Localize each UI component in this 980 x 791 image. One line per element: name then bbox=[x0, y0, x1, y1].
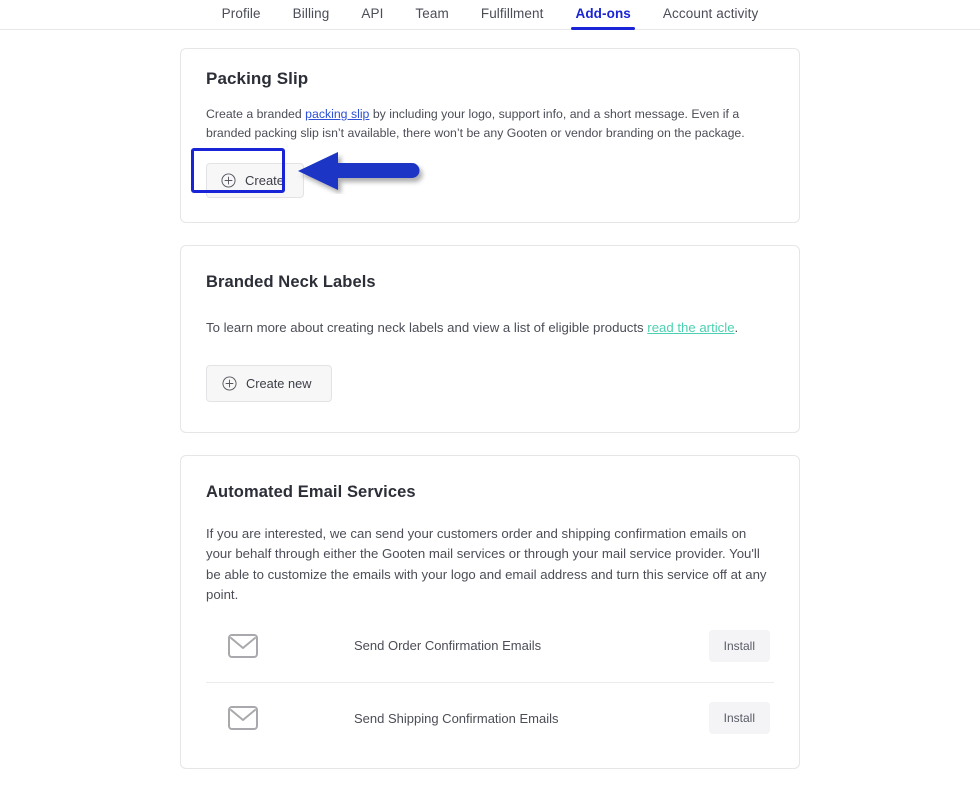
neck-labels-text-before: To learn more about creating neck labels… bbox=[206, 320, 648, 335]
neck-labels-description: To learn more about creating neck labels… bbox=[206, 318, 774, 339]
create-packing-slip-label: Create bbox=[245, 173, 285, 188]
list-item: Send Order Confirmation Emails Install bbox=[206, 610, 774, 682]
plus-circle-icon bbox=[222, 375, 237, 391]
list-item-label: Send Order Confirmation Emails bbox=[354, 638, 542, 653]
neck-labels-text-after: . bbox=[734, 320, 739, 335]
plus-circle-icon bbox=[221, 173, 236, 188]
list-item: Send Shipping Confirmation Emails Instal… bbox=[206, 681, 774, 754]
packing-slip-card: Packing Slip Create a branded packing sl… bbox=[180, 48, 800, 223]
create-new-neck-label-label: Create new bbox=[246, 375, 312, 391]
envelope-icon bbox=[208, 633, 278, 658]
envelope-icon bbox=[208, 706, 278, 730]
tab-api[interactable]: API bbox=[345, 0, 399, 30]
automated-email-services-card: Automated Email Services If you are inte… bbox=[180, 454, 800, 769]
addons-content: Packing Slip Create a branded packing sl… bbox=[0, 30, 980, 791]
packing-slip-link[interactable]: packing slip bbox=[305, 107, 369, 121]
packing-slip-description: Create a branded packing slip by includi… bbox=[206, 105, 774, 143]
tab-fulfillment[interactable]: Fulfillment bbox=[465, 0, 560, 30]
packing-slip-title: Packing Slip bbox=[206, 69, 309, 88]
install-order-confirmation-button[interactable]: Install bbox=[708, 629, 770, 662]
tab-team[interactable]: Team bbox=[399, 0, 464, 30]
branded-neck-labels-card: Branded Neck Labels To learn more about … bbox=[180, 245, 800, 433]
neck-labels-title: Branded Neck Labels bbox=[206, 273, 376, 291]
email-services-list: Send Order Confirmation Emails Install S… bbox=[206, 610, 774, 754]
install-shipping-confirmation-button[interactable]: Install bbox=[708, 702, 770, 734]
tab-add-ons[interactable]: Add-ons bbox=[559, 0, 646, 30]
email-services-title: Automated Email Services bbox=[206, 482, 416, 501]
create-packing-slip-button[interactable]: Create bbox=[206, 163, 305, 198]
email-services-description: If you are interested, we can send your … bbox=[206, 525, 767, 603]
tab-billing[interactable]: Billing bbox=[277, 0, 346, 30]
list-item-label: Send Shipping Confirmation Emails bbox=[354, 710, 559, 726]
read-the-article-link[interactable]: read the article bbox=[647, 320, 734, 335]
packing-slip-text-before: Create a branded bbox=[206, 107, 306, 121]
settings-tabbar: Profile Billing API Team Fulfillment Add… bbox=[0, 0, 980, 30]
tab-profile[interactable]: Profile bbox=[206, 0, 277, 30]
create-new-neck-label-button[interactable]: Create new bbox=[206, 364, 333, 402]
tab-account-activity[interactable]: Account activity bbox=[647, 0, 774, 30]
